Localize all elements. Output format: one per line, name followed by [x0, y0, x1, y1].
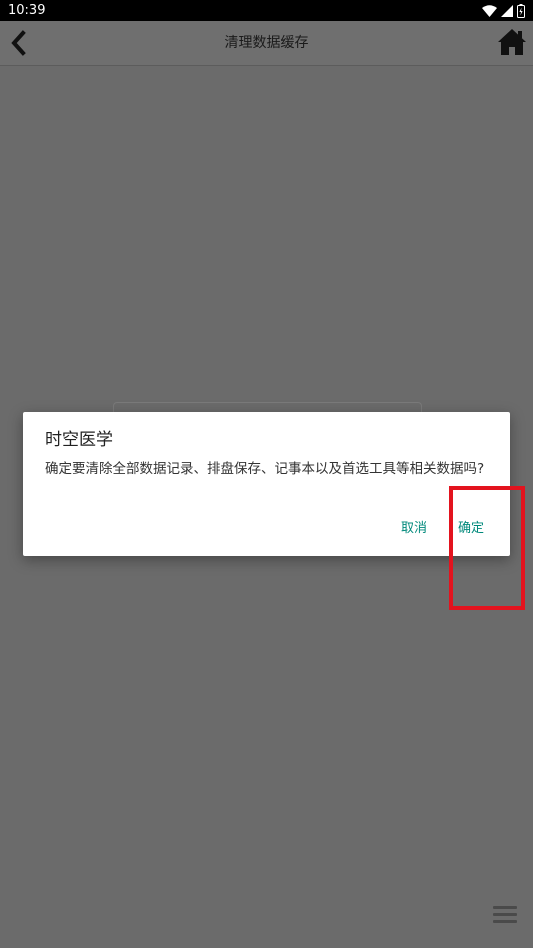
- confirm-dialog: 时空医学 确定要清除全部数据记录、排盘保存、记事本以及首选工具等相关数据吗? 取…: [23, 412, 510, 556]
- menu-bar: [493, 906, 517, 909]
- page-title: 清理数据缓存: [224, 35, 309, 51]
- cancel-button[interactable]: 取消: [401, 518, 427, 540]
- home-icon: [498, 29, 526, 55]
- cellular-signal-icon: [501, 4, 513, 17]
- home-button[interactable]: [497, 28, 527, 56]
- menu-bar: [493, 920, 517, 923]
- app-bar: 清理数据缓存: [0, 21, 533, 66]
- confirm-button[interactable]: 确定: [458, 518, 484, 540]
- menu-bar: [493, 913, 517, 916]
- menu-button[interactable]: [493, 906, 517, 926]
- battery-icon: [517, 3, 525, 18]
- chevron-left-icon: [11, 30, 26, 56]
- wifi-icon: [482, 4, 497, 17]
- status-icons: [482, 3, 525, 18]
- screen: 10:39 清理数据缓存 时空医学 确定要清除全部数据记录、排盘保存、记事本以及…: [0, 0, 533, 948]
- status-bar: 10:39: [0, 0, 533, 21]
- dialog-title: 时空医学: [45, 430, 113, 450]
- dialog-message: 确定要清除全部数据记录、排盘保存、记事本以及首选工具等相关数据吗?: [45, 461, 485, 477]
- back-button[interactable]: [8, 30, 32, 56]
- status-time: 10:39: [8, 3, 46, 18]
